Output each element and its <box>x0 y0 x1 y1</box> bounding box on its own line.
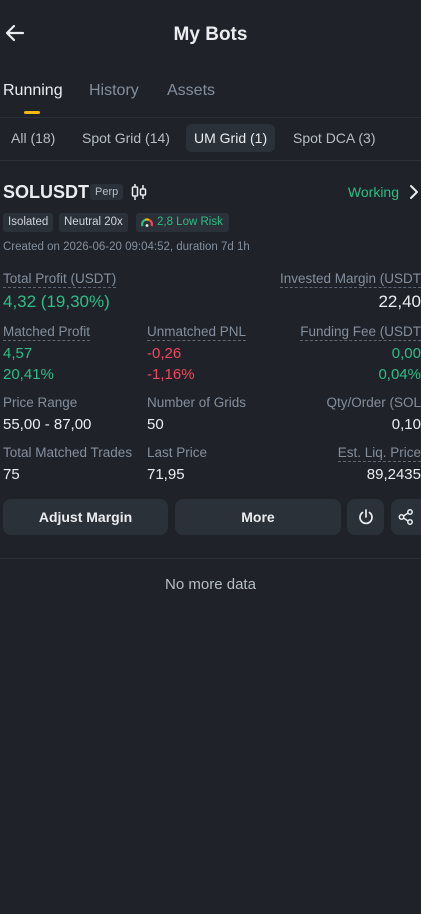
contract-tag: Perp <box>90 184 124 200</box>
risk-badge[interactable]: 2,8 Low Risk <box>136 213 229 232</box>
tab-active-indicator <box>24 111 40 114</box>
funding-fee-pct: 0,04% <box>378 366 421 383</box>
divider <box>0 117 421 118</box>
last-price-value: 71,95 <box>147 466 185 483</box>
price-range-value: 55,00 - 87,00 <box>3 416 92 433</box>
bot-status[interactable]: Working <box>348 184 399 200</box>
liq-price-value: 89,2435 <box>366 466 421 483</box>
risk-label: 2,8 Low Risk <box>157 216 223 228</box>
main-tabs: Running History Assets <box>0 82 421 116</box>
power-icon <box>358 509 373 525</box>
share-button[interactable] <box>391 499 421 535</box>
share-icon <box>398 509 413 525</box>
qty-order-value: 0,10 <box>391 416 421 433</box>
last-price-label: Last Price <box>147 445 208 460</box>
unmatched-pnl-value: -0,26 <box>147 345 182 362</box>
matched-trades-label: Total Matched Trades <box>3 445 133 460</box>
grid-count-label: Number of Grids <box>147 395 247 410</box>
invested-margin-label: Invested Margin (USDT <box>279 271 421 288</box>
more-button[interactable]: More <box>175 499 341 535</box>
direction-badge: Neutral 20x <box>59 213 128 232</box>
funding-fee-label: Funding Fee (USDT <box>300 324 421 341</box>
matched-profit-value: 4,57 <box>3 345 33 362</box>
grid-count-value: 50 <box>147 416 164 433</box>
matched-trades-value: 75 <box>3 466 20 483</box>
invested-margin-value: 22,40 <box>378 292 421 311</box>
no-more-data-text: No more data <box>165 576 256 593</box>
page-title: My Bots <box>173 24 248 45</box>
funding-fee-value: 0,00 <box>391 345 421 362</box>
gauge-icon <box>141 218 153 227</box>
tab-assets[interactable]: Assets <box>167 82 215 100</box>
candlestick-chart-icon[interactable] <box>130 183 148 201</box>
total-profit-value: 4,32 (19,30%) <box>3 292 110 311</box>
chevron-right-icon[interactable] <box>407 184 421 200</box>
matched-profit-pct: 20,41% <box>3 366 54 383</box>
total-profit-label: Total Profit (USDT) <box>3 271 117 288</box>
divider <box>0 558 421 559</box>
price-range-label: Price Range <box>3 395 78 410</box>
liq-price-label: Est. Liq. Price <box>337 445 421 462</box>
bot-symbol: SOLUSDT <box>3 182 90 202</box>
adjust-margin-button[interactable]: Adjust Margin <box>3 499 168 535</box>
tab-history[interactable]: History <box>89 82 139 100</box>
filter-um-grid[interactable]: UM Grid (1) <box>186 124 276 152</box>
margin-mode-badge: Isolated <box>3 213 54 232</box>
stop-bot-button[interactable] <box>347 499 384 535</box>
filter-all[interactable]: All (18) <box>3 124 63 152</box>
created-info: Created on 2026-06-20 09:04:52, duration… <box>3 241 250 253</box>
tab-running[interactable]: Running <box>3 82 63 100</box>
qty-order-label: Qty/Order (SOL <box>326 395 421 410</box>
divider <box>0 160 421 161</box>
unmatched-pnl-pct: -1,16% <box>147 366 195 383</box>
bot-type-filters: All (18) Spot Grid (14) UM Grid (1) Spot… <box>0 124 421 154</box>
unmatched-pnl-label: Unmatched PNL <box>147 324 247 341</box>
matched-profit-label: Matched Profit <box>3 324 91 341</box>
filter-spot-dca[interactable]: Spot DCA (3) <box>285 124 383 152</box>
filter-spot-grid[interactable]: Spot Grid (14) <box>74 124 178 152</box>
header: My Bots <box>0 0 421 70</box>
